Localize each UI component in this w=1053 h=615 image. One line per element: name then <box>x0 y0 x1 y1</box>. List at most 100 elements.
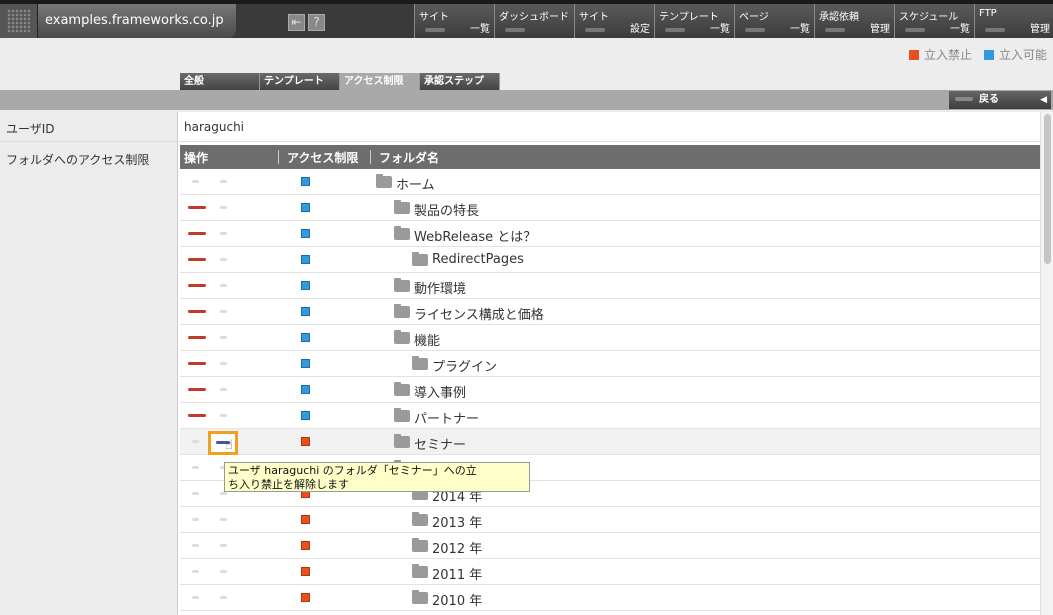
folder-name[interactable]: 動作環境 <box>414 278 466 297</box>
nav-item[interactable]: ダッシュボード <box>494 4 574 38</box>
nav-item-title: ページ <box>739 12 769 23</box>
disabled-button <box>220 310 227 313</box>
access-allowed-icon <box>301 411 310 420</box>
nav-bar-icon <box>425 28 445 32</box>
nav-item-title: FTP <box>979 8 997 19</box>
scrollbar-thumb[interactable] <box>1044 114 1051 264</box>
nav-item-title: ダッシュボード <box>499 12 569 23</box>
nav-item[interactable]: スケジュール 一覧 <box>894 4 974 38</box>
table-row: 2011 年 <box>180 559 1040 585</box>
deny-button[interactable] <box>188 206 206 209</box>
nav-bar-icon <box>905 28 925 32</box>
nav-item-subtitle: 一覧 <box>710 24 730 35</box>
back-button[interactable]: 戻る ◀ <box>949 91 1051 109</box>
label-column <box>0 112 178 615</box>
nav-item-subtitle: 一覧 <box>950 24 970 35</box>
folder-name[interactable]: 2012 年 <box>432 538 482 557</box>
folder-name[interactable]: 機能 <box>414 330 440 349</box>
tab-template[interactable]: テンプレート <box>260 73 340 90</box>
toolbar-strip: 戻る ◀ <box>0 90 1053 110</box>
folder-name[interactable]: 2011 年 <box>432 564 482 583</box>
deny-button[interactable] <box>188 388 206 391</box>
deny-button[interactable] <box>188 258 206 261</box>
folder-name[interactable]: WebRelease とは？ <box>414 226 536 245</box>
user-row: ユーザID haraguchi <box>0 112 1040 142</box>
folder-name[interactable]: プラグイン <box>432 356 497 375</box>
tab-general[interactable]: 全般 <box>180 73 260 90</box>
folder-icon <box>412 252 428 266</box>
folder-name[interactable]: 導入事例 <box>414 382 466 401</box>
nav-bar-icon <box>985 28 1005 32</box>
deny-button[interactable] <box>188 336 206 339</box>
folder-icon <box>394 304 410 318</box>
tooltip-line: ち入り禁止を解除します <box>228 478 349 491</box>
table-row: ライセンス構成と価格 <box>180 299 1040 325</box>
user-id-value: haraguchi <box>184 120 245 134</box>
deny-button[interactable] <box>188 362 206 365</box>
nav-item[interactable]: 承認依頼 管理 <box>814 4 894 38</box>
access-denied-icon <box>301 593 310 602</box>
allow-button[interactable]: ☝ <box>208 431 238 455</box>
deny-button[interactable] <box>188 284 206 287</box>
folder-name[interactable]: ライセンス構成と価格 <box>414 304 544 323</box>
tab-access[interactable]: アクセス制限 <box>340 73 420 90</box>
app-logo[interactable] <box>0 4 38 38</box>
disabled-button <box>220 570 227 573</box>
nav-bar-icon <box>505 28 525 32</box>
folder-name[interactable]: セミナー <box>414 434 466 453</box>
tab-approval[interactable]: 承認ステップ <box>420 73 500 90</box>
nav-item[interactable]: サイト 一覧 <box>414 4 494 38</box>
nav-item-subtitle: 管理 <box>870 24 890 35</box>
disabled-button <box>220 362 227 365</box>
nav-bar-icon <box>585 28 605 32</box>
disabled-button <box>220 388 227 391</box>
legend-allow-label: 立入可能 <box>998 48 1047 62</box>
tooltip-line: ユーザ haraguchi のフォルダ「セミナー」への立 <box>228 464 477 477</box>
nav-item-subtitle: 管理 <box>1030 24 1050 35</box>
scrollbar[interactable] <box>1040 112 1053 615</box>
disabled-button <box>192 544 199 547</box>
folder-name[interactable]: 2013 年 <box>432 512 482 531</box>
help-icon[interactable]: ? <box>308 14 325 31</box>
col-access: アクセス制限 <box>287 151 359 165</box>
table-header: 操作 アクセス制限 フォルダ名 <box>180 145 1040 169</box>
folder-name[interactable]: 2010 年 <box>432 590 482 609</box>
deny-button[interactable] <box>188 232 206 235</box>
nav-bar-icon <box>825 28 845 32</box>
back-icon[interactable]: ⇤ <box>288 14 305 31</box>
folder-icon <box>412 564 428 578</box>
access-allowed-icon <box>301 177 310 186</box>
deny-swatch-icon <box>908 50 919 60</box>
nav-item-subtitle: 設定 <box>630 24 650 35</box>
access-allowed-icon <box>301 359 310 368</box>
site-name[interactable]: examples.frameworks.co.jp <box>38 4 236 38</box>
disabled-button <box>192 466 199 469</box>
nav-item[interactable]: FTP 管理 <box>974 4 1053 38</box>
folder-name[interactable]: 製品の特長 <box>414 200 479 219</box>
nav-item-title: サイト <box>579 12 609 23</box>
legend-deny-label: 立入禁止 <box>923 48 972 62</box>
disabled-button <box>220 518 227 521</box>
nav-item[interactable]: サイト設定 <box>574 4 654 38</box>
access-allowed-icon <box>301 385 310 394</box>
disabled-button <box>220 232 227 235</box>
main-nav: サイト 一覧 ダッシュボード サイト 設定 テンプレート 一覧 ページ 一覧 承認依頼 管理 スケジュ… <box>414 4 1053 38</box>
access-allowed-icon <box>301 203 310 212</box>
access-denied-icon <box>301 437 310 446</box>
deny-button[interactable] <box>188 414 206 417</box>
nav-item[interactable]: ページ 一覧 <box>734 4 814 38</box>
folder-name[interactable]: RedirectPages <box>432 252 524 267</box>
folder-name[interactable]: ホーム <box>396 174 435 193</box>
nav-item[interactable]: テンプレート 一覧 <box>654 4 734 38</box>
folder-name[interactable]: パートナー <box>414 408 479 427</box>
tab-bar: 全般 テンプレート アクセス制限 承認ステップ <box>180 73 500 90</box>
disabled-button <box>220 206 227 209</box>
nav-item-title: 承認依頼 <box>819 12 859 23</box>
folder-icon <box>394 200 410 214</box>
folder-icon <box>394 408 410 422</box>
deny-button[interactable] <box>188 310 206 313</box>
table-row: パートナー <box>180 403 1040 429</box>
access-denied-icon <box>301 515 310 524</box>
arrow-left-icon: ◀ <box>1040 95 1047 105</box>
folder-icon <box>412 538 428 552</box>
